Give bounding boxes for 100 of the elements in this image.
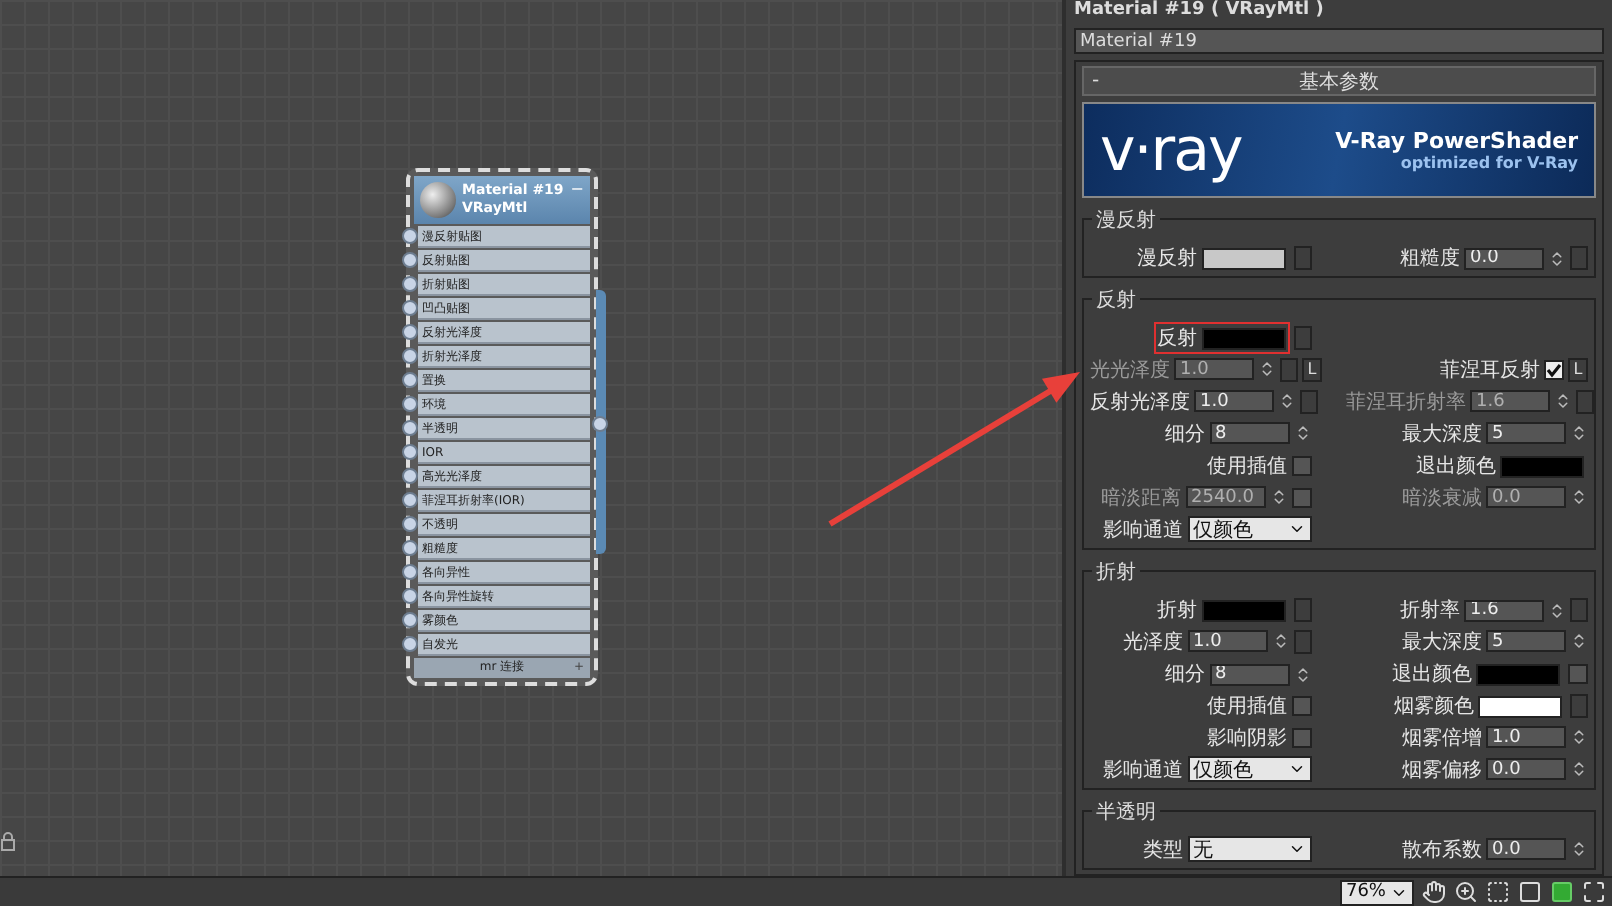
spinner-icon[interactable]: [1278, 392, 1296, 410]
group-title: 折射: [1092, 558, 1140, 586]
rollout-toggle: -: [1092, 70, 1100, 92]
input-pin-icon[interactable]: [402, 636, 418, 653]
input-pin-icon[interactable]: [402, 324, 418, 341]
group-title: 半透明: [1092, 798, 1160, 826]
group-title: 漫反射: [1092, 206, 1160, 234]
lock-button[interactable]: L: [1568, 357, 1588, 381]
input-pin-icon[interactable]: [402, 372, 418, 389]
spinner-icon[interactable]: [1570, 760, 1588, 778]
field-label: 菲涅耳折射率: [1346, 389, 1466, 415]
input-pin-icon[interactable]: [402, 444, 418, 461]
field-label: 烟雾偏移: [1402, 757, 1482, 783]
number-field[interactable]: 8: [1209, 663, 1289, 685]
material-name-field[interactable]: Material #19: [1074, 28, 1604, 54]
color-swatch[interactable]: [1500, 455, 1584, 477]
checkbox[interactable]: [1544, 359, 1564, 379]
input-pin-icon[interactable]: [402, 420, 418, 437]
field-label: 光泽度: [1123, 629, 1183, 655]
input-pin-icon[interactable]: [402, 276, 418, 293]
input-pin-icon[interactable]: [402, 396, 418, 413]
field-label: 粗糙度: [1400, 245, 1460, 272]
lock-icon: [0, 832, 16, 852]
input-pin-icon[interactable]: [402, 588, 418, 605]
checkbox[interactable]: [1291, 727, 1311, 747]
number-field[interactable]: 1.0: [1194, 390, 1274, 412]
field-label: 反射: [1157, 325, 1197, 352]
field-label: 影响通道: [1103, 757, 1183, 783]
spinner-icon[interactable]: [1258, 360, 1276, 378]
number-field[interactable]: 0.0: [1486, 758, 1566, 780]
caret-icon: [1287, 760, 1305, 778]
vray-logo: v·ray: [1100, 115, 1242, 185]
number-field[interactable]: 8: [1209, 422, 1289, 444]
spinner-icon[interactable]: [1548, 601, 1566, 619]
field-label: 影响通道: [1103, 517, 1183, 543]
dropdown[interactable]: 无: [1187, 836, 1311, 862]
field-label: 反射光泽度: [1090, 389, 1190, 415]
field-label: 菲涅耳反射: [1440, 357, 1540, 383]
field-label: 折射: [1157, 597, 1197, 624]
field-label: 退出颜色: [1416, 453, 1496, 480]
filled-square-icon[interactable]: [1550, 880, 1574, 904]
field-label: 折射率: [1400, 597, 1460, 624]
number-field[interactable]: 1.0: [1486, 726, 1566, 748]
dropdown[interactable]: 仅颜色: [1187, 756, 1311, 782]
caret-icon: [1287, 840, 1305, 858]
spinner-icon[interactable]: [1570, 840, 1588, 858]
dropdown[interactable]: 仅颜色: [1187, 516, 1311, 542]
color-swatch[interactable]: [1201, 247, 1285, 269]
banner-title: V-Ray PowerShader: [1335, 128, 1578, 154]
number-field[interactable]: 5: [1486, 422, 1566, 444]
region-select-icon[interactable]: [1486, 880, 1510, 904]
input-pin-icon[interactable]: [402, 252, 418, 269]
input-pin-icon[interactable]: [402, 228, 418, 245]
color-swatch[interactable]: [1201, 599, 1285, 621]
input-pin-icon[interactable]: [402, 468, 418, 485]
number-field[interactable]: 5: [1486, 630, 1566, 652]
field-label: 暗淡衰减: [1402, 485, 1482, 511]
input-pin-icon[interactable]: [402, 516, 418, 533]
number-field[interactable]: 0.0: [1486, 838, 1566, 860]
input-pin-icon[interactable]: [402, 612, 418, 629]
spinner-icon[interactable]: [1293, 665, 1311, 683]
checkbox[interactable]: [1291, 696, 1311, 716]
number-field[interactable]: 0.0: [1464, 247, 1544, 269]
spinner-icon[interactable]: [1570, 728, 1588, 746]
checkbox[interactable]: [1568, 664, 1588, 684]
pan-icon[interactable]: [1422, 880, 1446, 904]
field-label: 最大深度: [1402, 629, 1482, 655]
field-label: 使用插值: [1207, 694, 1287, 720]
input-pin-icon[interactable]: [402, 564, 418, 581]
input-pin-icon[interactable]: [402, 300, 418, 317]
caret-icon: [1287, 520, 1305, 538]
spinner-icon[interactable]: [1271, 632, 1289, 650]
number-field[interactable]: 1.6: [1464, 599, 1544, 621]
spinner-icon[interactable]: [1570, 424, 1588, 442]
checkbox[interactable]: [1291, 456, 1311, 476]
field-label: 类型: [1143, 837, 1183, 863]
rollout-header[interactable]: - 基本参数: [1082, 66, 1596, 96]
spinner-icon[interactable]: [1548, 249, 1566, 267]
output-pin-icon[interactable]: [592, 416, 608, 432]
field-label: 光光泽度: [1090, 357, 1170, 383]
input-pin-icon[interactable]: [402, 492, 418, 509]
maximize-icon[interactable]: [1582, 880, 1606, 904]
number-field[interactable]: 1.0: [1187, 630, 1267, 652]
zoom-icon[interactable]: [1454, 880, 1478, 904]
editor-title: Material #19 ( VRayMtl ): [1074, 0, 1326, 22]
field-label: 退出颜色: [1392, 661, 1472, 688]
spinner-icon[interactable]: [1570, 632, 1588, 650]
color-swatch[interactable]: [1478, 695, 1562, 717]
spinner-icon[interactable]: [1269, 488, 1287, 506]
spinner-icon[interactable]: [1554, 392, 1572, 410]
input-pin-icon[interactable]: [402, 540, 418, 557]
color-swatch[interactable]: [1201, 327, 1285, 349]
square-icon[interactable]: [1518, 880, 1542, 904]
sphere-icon: [420, 182, 456, 218]
zoom-dropdown[interactable]: 76%: [1339, 879, 1414, 905]
rollout-title: 基本参数: [1299, 69, 1379, 95]
spinner-icon[interactable]: [1570, 488, 1588, 506]
spinner-icon[interactable]: [1293, 424, 1311, 442]
color-swatch[interactable]: [1476, 663, 1560, 685]
input-pin-icon[interactable]: [402, 348, 418, 365]
